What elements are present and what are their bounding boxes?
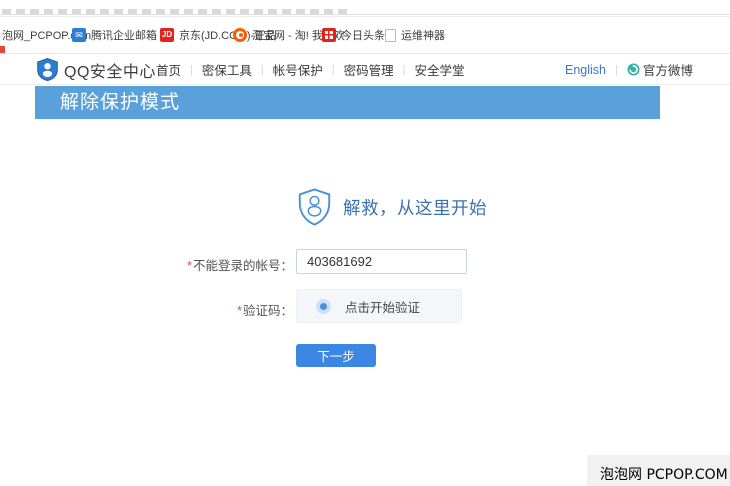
jd-icon: JD	[160, 28, 174, 42]
required-mark: *	[187, 259, 192, 273]
toutiao-icon	[322, 28, 336, 42]
rescue-headline: 解救，从这里开始	[298, 188, 487, 226]
taobao-icon	[233, 28, 247, 42]
nav-separator: |	[403, 64, 406, 76]
captcha-text: 点击开始验证	[345, 297, 420, 316]
nav-security-school[interactable]: 安全学堂	[415, 60, 465, 79]
qq-security-center-page: 泡网_PCPOP.com 腾讯企业邮箱 JD 京东(JD.COM)-正品 淘宝网…	[0, 0, 730, 486]
nav-separator: |	[332, 64, 335, 76]
bookmark-toutiao[interactable]: 今日头条	[322, 27, 385, 43]
nav-password-management[interactable]: 密码管理	[344, 60, 394, 79]
bookmark-tool[interactable]: 运维神器	[385, 27, 445, 43]
mail-icon	[72, 28, 86, 42]
captcha-verify-widget[interactable]: 点击开始验证	[296, 289, 462, 323]
captcha-label: *验证码：	[130, 300, 293, 319]
site-header: QQ安全中心 首页 | 密保工具 | 帐号保护 | 密码管理 | 安全学堂 En…	[0, 55, 730, 85]
nav-account-protection[interactable]: 帐号保护	[273, 60, 323, 79]
header-separator: |	[615, 64, 618, 76]
weibo-label: 官方微博	[643, 60, 693, 79]
watermark-text: 泡泡网 PCPOP.COM	[587, 455, 730, 484]
page-icon	[385, 29, 396, 42]
bookmark-label: 腾讯企业邮箱	[91, 27, 157, 43]
logo-text: QQ安全中心	[64, 58, 156, 82]
nav-security-tools[interactable]: 密保工具	[202, 60, 252, 79]
qq-shield-logo-icon	[37, 58, 58, 81]
captcha-radio-icon	[316, 299, 331, 314]
bookmark-label: 运维神器	[401, 27, 445, 43]
nav-home[interactable]: 首页	[156, 60, 181, 79]
page-banner: 解除保护模式	[35, 86, 660, 119]
captcha-label-text: 验证码：	[243, 304, 293, 318]
english-link[interactable]: English	[565, 63, 606, 77]
watermark-strip: 泡泡网 PCPOP.COM	[587, 455, 730, 486]
official-weibo-link[interactable]: 官方微博	[627, 60, 693, 79]
tencent-weibo-icon	[627, 63, 640, 76]
next-step-button[interactable]: 下一步	[296, 344, 376, 367]
bookmark-tencent-mail[interactable]: 腾讯企业邮箱	[72, 27, 157, 43]
header-right-links: English | 官方微博	[565, 55, 693, 84]
required-mark: *	[237, 304, 242, 318]
page-title: 解除保护模式	[35, 86, 660, 119]
nav-separator: |	[261, 64, 264, 76]
nav-separator: |	[190, 64, 193, 76]
account-label: *不能登录的帐号：	[130, 255, 293, 274]
shield-penguin-icon	[298, 188, 331, 226]
bookmarks-bar: 泡网_PCPOP.com 腾讯企业邮箱 JD 京东(JD.COM)-正品 淘宝网…	[0, 17, 730, 54]
bookmark-label: 今日头条	[341, 27, 385, 43]
qq-security-logo[interactable]: QQ安全中心	[37, 55, 156, 84]
main-nav: 首页 | 密保工具 | 帐号保护 | 密码管理 | 安全学堂	[156, 55, 465, 84]
account-input[interactable]	[296, 249, 467, 274]
cropped-favicon-fragment	[0, 46, 5, 53]
headline-text: 解救，从这里开始	[343, 195, 487, 220]
account-label-text: 不能登录的帐号：	[193, 259, 293, 273]
